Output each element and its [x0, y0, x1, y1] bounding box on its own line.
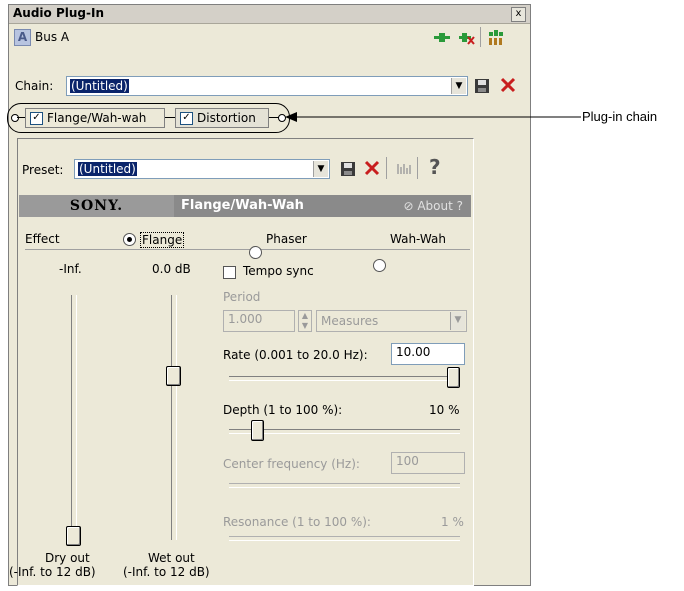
dry-fader-track[interactable] — [71, 295, 77, 540]
about-label: About ? — [417, 199, 463, 213]
callout-label: Plug-in chain — [582, 109, 658, 124]
radio-phaser[interactable] — [249, 246, 262, 259]
radio-phaser-label[interactable]: Phaser — [266, 232, 307, 246]
plugin-chooser-icon[interactable] — [487, 29, 505, 47]
wet-out-value: 0.0 dB — [152, 262, 191, 276]
chain-start-node — [11, 114, 19, 122]
chain-label: Chain: — [15, 79, 54, 93]
center-frequency-label: Center frequency (Hz): — [223, 457, 360, 471]
radio-flange[interactable] — [123, 233, 136, 246]
depth-slider-thumb[interactable] — [250, 420, 264, 441]
center-frequency-slider — [229, 483, 460, 488]
preset-value: (Untitled) — [78, 162, 137, 176]
chain-dropdown[interactable]: (Untitled) ▼ — [66, 76, 468, 96]
preset-dropdown[interactable]: (Untitled) ▼ — [74, 159, 330, 179]
plugin-enable-checkbox[interactable]: ✓ — [180, 111, 193, 125]
dry-out-range: (-Inf. to 12 dB) — [9, 565, 96, 579]
radio-flange-label[interactable]: Flange — [140, 232, 185, 248]
toolbar-divider — [417, 157, 418, 179]
about-icon: ⊘ — [403, 199, 414, 213]
effect-divider — [25, 249, 470, 250]
center-frequency-value: 100 — [396, 454, 419, 468]
chevron-down-icon: ▼ — [450, 312, 465, 330]
about-button[interactable]: ⊘ About ? — [403, 195, 463, 217]
period-label: Period — [223, 290, 261, 304]
chain-value: (Untitled) — [70, 79, 129, 93]
depth-value: 10 % — [429, 403, 460, 417]
plugin-tab-label: Distortion — [197, 111, 256, 125]
period-input: 1.000 — [223, 310, 295, 332]
effect-label: Effect — [25, 232, 60, 246]
chain-connector — [165, 117, 175, 118]
depth-label: Depth (1 to 100 %): — [223, 403, 343, 417]
bus-label: Bus A — [35, 30, 70, 44]
center-frequency-input: 100 — [391, 452, 465, 474]
period-unit-value: Measures — [321, 314, 379, 328]
save-chain-icon[interactable] — [473, 77, 491, 95]
wet-out-range: (-Inf. to 12 dB) — [123, 565, 210, 579]
tempo-sync-label[interactable]: Tempo sync — [243, 264, 314, 278]
resonance-slider — [229, 536, 460, 541]
resonance-label: Resonance (1 to 100 %): — [223, 515, 371, 529]
delete-chain-icon[interactable] — [499, 76, 517, 94]
resonance-value: 1 % — [441, 515, 464, 529]
toolbar-divider — [480, 27, 481, 47]
wet-out-label: Wet out — [148, 551, 195, 565]
wet-fader-thumb[interactable] — [166, 366, 181, 386]
rate-slider-thumb[interactable] — [447, 367, 460, 388]
add-plugin-icon[interactable] — [433, 29, 451, 47]
delete-preset-icon[interactable] — [363, 159, 381, 177]
radio-wahwah-label[interactable]: Wah-Wah — [390, 232, 446, 246]
title-bar[interactable]: Audio Plug-In x — [9, 5, 530, 24]
callout-arrow — [285, 112, 581, 122]
preset-label: Preset: — [22, 163, 64, 177]
chevron-down-icon: ▼ — [451, 78, 466, 94]
dry-out-value: -Inf. — [59, 262, 82, 276]
window-title: Audio Plug-In — [13, 6, 104, 20]
audio-plugin-window: Audio Plug-In x A Bus A Chain: (Untitled… — [7, 4, 531, 586]
save-preset-icon[interactable] — [339, 160, 357, 178]
rate-slider-track[interactable] — [229, 376, 460, 381]
dry-fader-thumb[interactable] — [66, 526, 81, 546]
rate-label: Rate (0.001 to 20.0 Hz): — [223, 348, 368, 362]
bus-icon: A — [14, 29, 31, 46]
sony-logo: SONY. — [19, 195, 174, 217]
dry-out-label: Dry out — [45, 551, 90, 565]
plugin-header-bar: SONY. Flange/Wah-Wah ⊘ About ? — [19, 195, 471, 217]
period-spinner: ▲ ▼ — [298, 310, 312, 332]
period-unit-dropdown: Measures ▼ — [316, 310, 467, 332]
period-value: 1.000 — [228, 312, 263, 326]
help-icon[interactable]: ? — [429, 155, 441, 179]
toolbar-divider — [386, 157, 387, 179]
plugin-properties-icon[interactable] — [395, 160, 413, 178]
chain-connector — [17, 117, 25, 118]
plugin-tab-flange[interactable]: ✓ Flange/Wah-wah — [25, 108, 165, 128]
plugin-enable-checkbox[interactable]: ✓ — [30, 111, 43, 125]
tempo-sync-checkbox[interactable] — [223, 266, 236, 279]
remove-plugin-icon[interactable] — [458, 29, 476, 47]
radio-wahwah[interactable] — [373, 259, 386, 272]
rate-value: 10.00 — [396, 345, 431, 359]
close-button[interactable]: x — [511, 7, 526, 22]
plugin-name: Flange/Wah-Wah — [181, 198, 304, 213]
rate-input[interactable]: 10.00 — [391, 343, 465, 365]
chevron-down-icon: ▼ — [313, 161, 328, 177]
plugin-tab-distortion[interactable]: ✓ Distortion — [175, 108, 269, 128]
wet-fader-track[interactable] — [171, 295, 177, 540]
plugin-tab-label: Flange/Wah-wah — [47, 111, 147, 125]
